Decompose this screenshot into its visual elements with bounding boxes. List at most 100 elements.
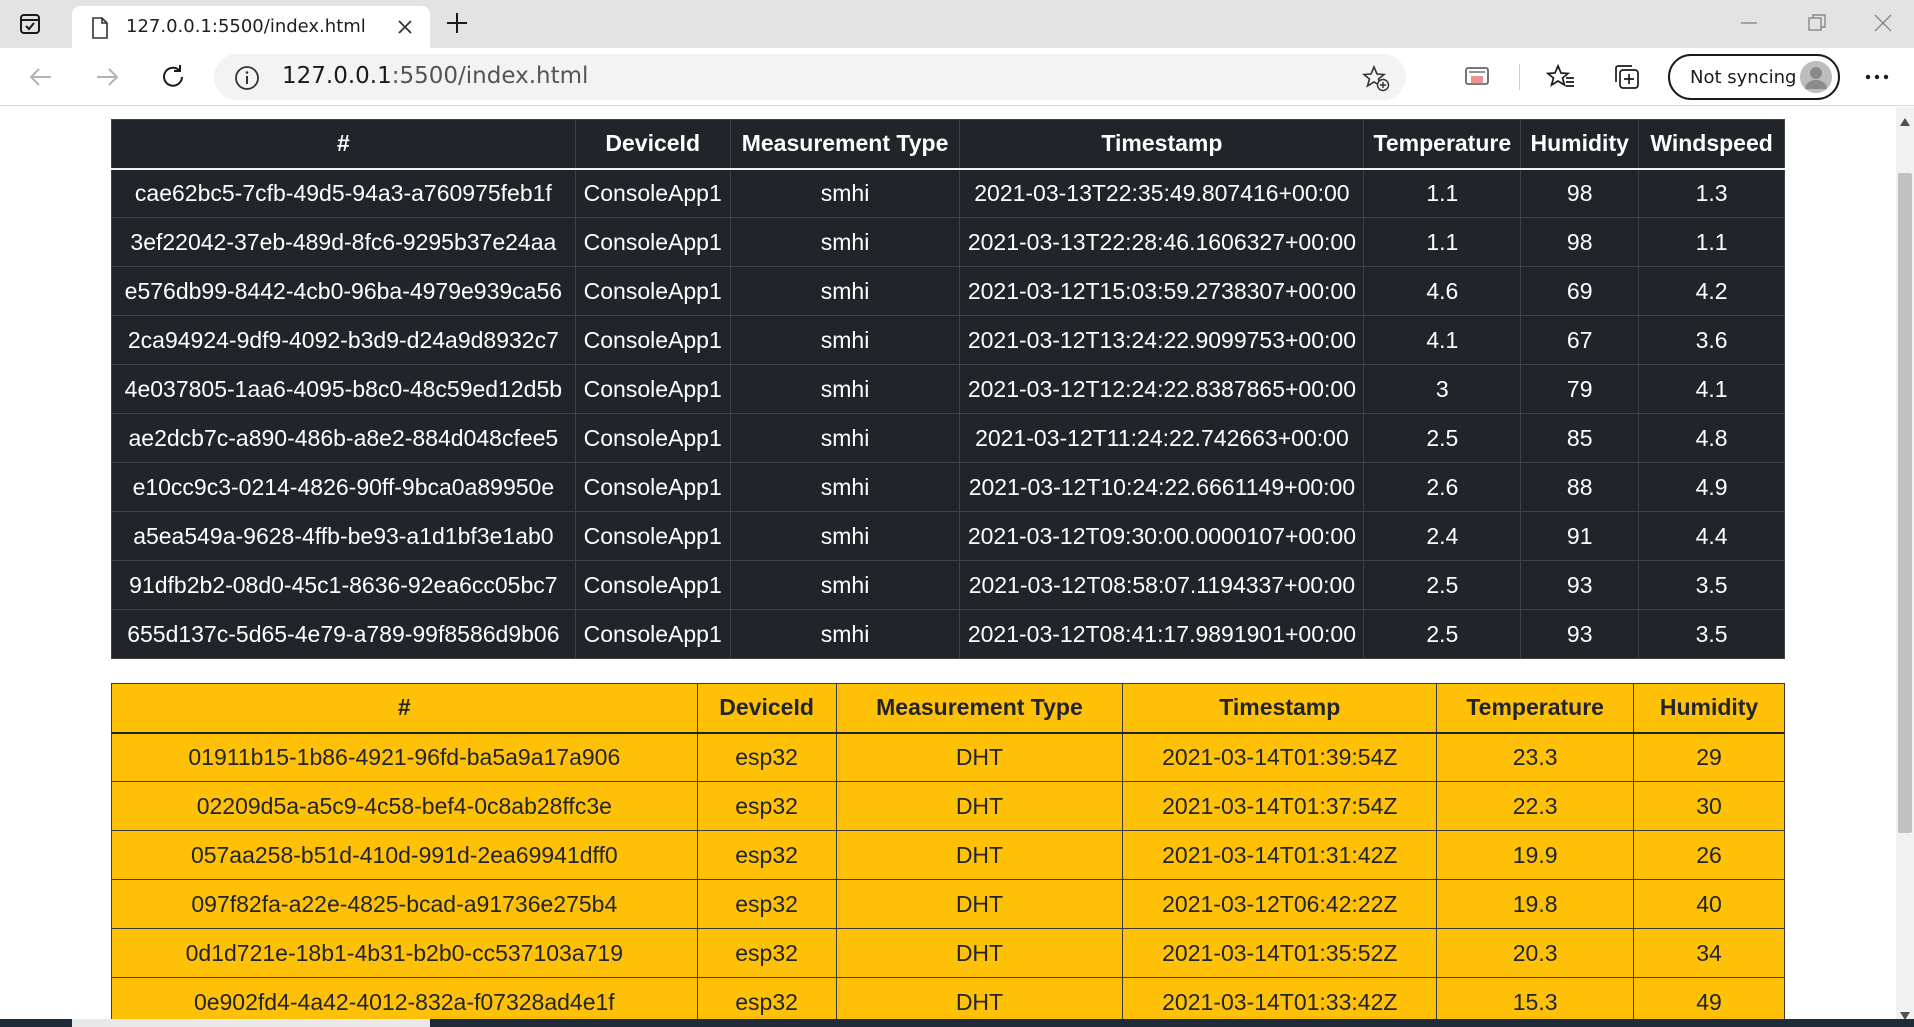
vertical-scrollbar[interactable] xyxy=(1896,107,1914,1020)
favorites-icon[interactable] xyxy=(1545,62,1576,92)
cell-temperature: 15.3 xyxy=(1436,977,1635,1019)
cell-timestamp: 2021-03-14T01:39:54Z xyxy=(1122,732,1438,782)
cell-humidity: 69 xyxy=(1520,266,1640,316)
table-row: 057aa258-b51d-410d-991d-2ea69941dff0 esp… xyxy=(111,830,1785,880)
cell-type: smhi xyxy=(729,413,961,463)
cell-timestamp: 2021-03-12T11:24:22.742663+00:00 xyxy=(959,413,1365,463)
smhi-measurements-table: # DeviceId Measurement Type Timestamp Te… xyxy=(111,119,1785,659)
cell-windspeed: 3.6 xyxy=(1638,315,1785,365)
table-row: cae62bc5-7cfb-49d5-94a3-a760975feb1f Con… xyxy=(111,168,1785,218)
sync-label: Not syncing xyxy=(1690,67,1797,88)
info-icon[interactable] xyxy=(234,65,260,91)
tab-title: 127.0.0.1:5500/index.html xyxy=(126,16,366,37)
table-row: e576db99-8442-4cb0-96ba-4979e939ca56 Con… xyxy=(111,266,1785,316)
read-aloud-icon[interactable] xyxy=(1462,62,1492,92)
back-arrow-icon[interactable] xyxy=(26,62,56,92)
cell-device: ConsoleApp1 xyxy=(574,609,731,659)
table-row: 655d137c-5d65-4e79-a789-99f8586d9b06 Con… xyxy=(111,609,1785,659)
column-header-humidity: Humidity xyxy=(1520,119,1640,170)
cell-device: ConsoleApp1 xyxy=(574,315,731,365)
cell-windspeed: 4.9 xyxy=(1638,462,1785,512)
collections-icon[interactable] xyxy=(1612,62,1642,92)
table-row: 91dfb2b2-08d0-45c1-8636-92ea6cc05bc7 Con… xyxy=(111,560,1785,610)
cell-temperature: 4.6 xyxy=(1363,266,1522,316)
add-favorite-icon[interactable] xyxy=(1361,64,1390,92)
cell-temperature: 19.8 xyxy=(1436,879,1635,929)
cell-humidity: 91 xyxy=(1520,511,1640,561)
cell-windspeed: 1.3 xyxy=(1638,168,1785,218)
cell-type: DHT xyxy=(835,928,1124,978)
cell-windspeed: 4.8 xyxy=(1638,413,1785,463)
cell-device: esp32 xyxy=(696,830,837,880)
cell-device: ConsoleApp1 xyxy=(574,560,731,610)
cell-device: ConsoleApp1 xyxy=(574,364,731,414)
cell-temperature: 19.9 xyxy=(1436,830,1635,880)
cell-type: DHT xyxy=(835,977,1124,1019)
cell-id: 0e902fd4-4a42-4012-832a-f07328ad4e1f xyxy=(111,977,698,1019)
cell-humidity: 49 xyxy=(1633,977,1785,1019)
cell-type: smhi xyxy=(729,560,961,610)
cell-type: smhi xyxy=(729,462,961,512)
cell-type: smhi xyxy=(729,511,961,561)
cell-type: smhi xyxy=(729,609,961,659)
cell-id: e576db99-8442-4cb0-96ba-4979e939ca56 xyxy=(111,266,576,316)
cell-temperature: 2.4 xyxy=(1363,511,1522,561)
table-row: 01911b15-1b86-4921-96fd-ba5a9a17a906 esp… xyxy=(111,732,1785,782)
plus-icon[interactable] xyxy=(444,10,470,36)
cell-id: 4e037805-1aa6-4095-b8c0-48c59ed12d5b xyxy=(111,364,576,414)
cell-device: esp32 xyxy=(696,781,837,831)
cell-timestamp: 2021-03-12T12:24:22.8387865+00:00 xyxy=(959,364,1365,414)
cell-device: ConsoleApp1 xyxy=(574,413,731,463)
page-icon xyxy=(90,17,110,39)
cell-id: 655d137c-5d65-4e79-a789-99f8586d9b06 xyxy=(111,609,576,659)
minimize-icon[interactable] xyxy=(1738,12,1760,34)
forward-arrow-icon[interactable] xyxy=(92,62,122,92)
column-header-id: # xyxy=(111,683,698,734)
cell-type: DHT xyxy=(835,830,1124,880)
table-row: a5ea549a-9628-4ffb-be93-a1d1bf3e1ab0 Con… xyxy=(111,511,1785,561)
cell-device: ConsoleApp1 xyxy=(574,462,731,512)
address-bar[interactable]: 127.0.0.1:5500/index.html xyxy=(214,54,1406,100)
column-header-device: DeviceId xyxy=(574,119,731,170)
toolbar-separator xyxy=(1519,64,1520,90)
cell-id: 01911b15-1b86-4921-96fd-ba5a9a17a906 xyxy=(111,732,698,782)
cell-temperature: 22.3 xyxy=(1436,781,1635,831)
tab-actions-icon[interactable] xyxy=(18,12,42,36)
more-icon[interactable] xyxy=(1862,62,1892,92)
cell-id: ae2dcb7c-a890-486b-a8e2-884d048cfee5 xyxy=(111,413,576,463)
cell-timestamp: 2021-03-14T01:37:54Z xyxy=(1122,781,1438,831)
sync-profile-button[interactable]: Not syncing xyxy=(1668,54,1840,100)
browser-tab[interactable]: 127.0.0.1:5500/index.html xyxy=(72,6,430,48)
scroll-up-icon[interactable] xyxy=(1900,111,1910,126)
refresh-icon[interactable] xyxy=(158,62,188,92)
url-text[interactable]: 127.0.0.1:5500/index.html xyxy=(282,63,588,89)
cell-temperature: 3 xyxy=(1363,364,1522,414)
dht-measurements-table: # DeviceId Measurement Type Timestamp Te… xyxy=(111,683,1785,1019)
cell-humidity: 29 xyxy=(1633,732,1785,782)
taskbar-strip xyxy=(0,1019,1914,1027)
cell-timestamp: 2021-03-13T22:35:49.807416+00:00 xyxy=(959,168,1365,218)
url-host: 127.0.0.1 xyxy=(282,63,392,89)
cell-temperature: 2.5 xyxy=(1363,609,1522,659)
cell-timestamp: 2021-03-12T13:24:22.9099753+00:00 xyxy=(959,315,1365,365)
restore-icon[interactable] xyxy=(1806,12,1828,34)
table-row: 0d1d721e-18b1-4b31-b2b0-cc537103a719 esp… xyxy=(111,928,1785,978)
cell-timestamp: 2021-03-12T10:24:22.6661149+00:00 xyxy=(959,462,1365,512)
cell-windspeed: 4.4 xyxy=(1638,511,1785,561)
window-close-icon[interactable] xyxy=(1872,12,1894,34)
table-row: 4e037805-1aa6-4095-b8c0-48c59ed12d5b Con… xyxy=(111,364,1785,414)
table-row: 3ef22042-37eb-489d-8fc6-9295b37e24aa Con… xyxy=(111,217,1785,267)
scrollbar-thumb[interactable] xyxy=(1898,173,1912,833)
column-header-temperature: Temperature xyxy=(1363,119,1522,170)
cell-humidity: 67 xyxy=(1520,315,1640,365)
cell-temperature: 2.5 xyxy=(1363,413,1522,463)
profile-avatar-icon xyxy=(1800,61,1832,93)
column-header-windspeed: Windspeed xyxy=(1638,119,1785,170)
cell-type: smhi xyxy=(729,266,961,316)
cell-timestamp: 2021-03-12T08:58:07.1194337+00:00 xyxy=(959,560,1365,610)
cell-timestamp: 2021-03-14T01:31:42Z xyxy=(1122,830,1438,880)
scroll-down-icon[interactable] xyxy=(1900,1005,1910,1020)
close-icon[interactable] xyxy=(396,18,414,36)
cell-temperature: 2.5 xyxy=(1363,560,1522,610)
cell-id: 91dfb2b2-08d0-45c1-8636-92ea6cc05bc7 xyxy=(111,560,576,610)
